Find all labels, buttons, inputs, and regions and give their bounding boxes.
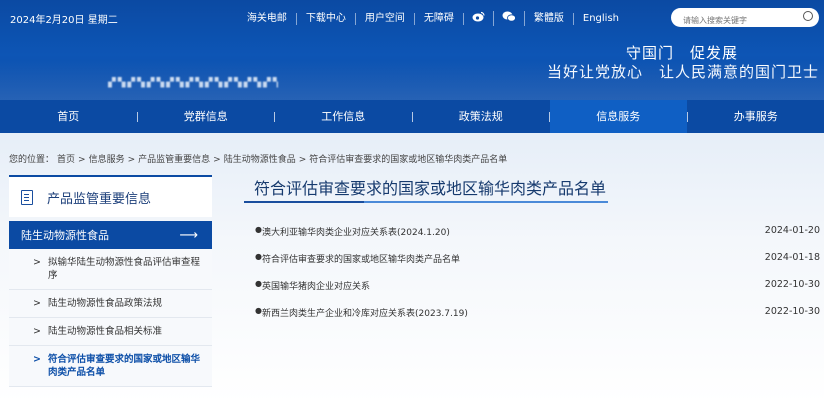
bullet-icon: ● [255, 225, 262, 234]
main-content: 符合评估审查要求的国家或地区输华肉类产品名单 ● 澳大利亚输华肉类企业对应关系表… [240, 175, 824, 319]
sidebar-item[interactable]: > 拟输华陆生动物源性食品评估审查程序 [9, 249, 212, 290]
search-input[interactable] [683, 11, 795, 30]
sidebar-item-label: 符合评估审查要求的国家或地区输华肉类产品名单 [48, 354, 201, 378]
bullet-icon: ● [255, 252, 262, 261]
weibo-icon[interactable] [464, 11, 494, 26]
sidebar-item[interactable]: > 陆生动物源性食品相关标准 [9, 318, 212, 346]
breadcrumb-label: 您的位置： [9, 155, 55, 165]
site-header: 2024年2月20日 星期二 海关电邮 下载中心 用户空间 无障碍 繁體版 En… [0, 0, 824, 100]
sidebar-item-label: 陆生动物源性食品政策法规 [48, 298, 163, 309]
article-list: ● 澳大利亚输华肉类企业对应关系表(2024.1.20) 2024-01-20 … [240, 223, 824, 331]
breadcrumb-info[interactable]: 信息服务 [89, 155, 125, 165]
breadcrumb-sep: > [213, 155, 221, 165]
nav-services[interactable]: 办事服务 [688, 100, 824, 133]
breadcrumb: 您的位置： 首页 > 信息服务 > 产品监管重要信息 > 陆生动物源性食品 > 符合评估审查要求的… [9, 152, 510, 165]
wechat-icon[interactable] [494, 11, 525, 26]
nav-home[interactable]: 首页 [0, 100, 137, 133]
list-item-title[interactable]: 澳大利亚输华肉类企业对应关系表(2024.1.20) [262, 225, 450, 238]
chevron-right-icon: > [33, 298, 41, 309]
sidebar-item-active[interactable]: > 符合评估审查要求的国家或地区输华肉类产品名单 [9, 346, 212, 387]
list-item-date: 2024-01-20 [764, 225, 820, 236]
site-logo: ▞▚▞▚▞▚▞▚▞▚▞▚▞▚▞▚▞▚ [108, 77, 278, 88]
list-item-title[interactable]: 英国输华猪肉企业对应关系 [262, 279, 370, 292]
breadcrumb-home[interactable]: 首页 [57, 155, 75, 165]
bullet-icon: ● [255, 306, 262, 315]
list-item[interactable]: ● 澳大利亚输华肉类企业对应关系表(2024.1.20) 2024-01-20 [240, 223, 824, 250]
sidebar-item-label: 陆生动物源性食品相关标准 [48, 326, 163, 337]
chevron-right-icon: > [33, 257, 41, 268]
sidebar-header: 产品监管重要信息 [9, 175, 212, 217]
breadcrumb-sep: > [127, 155, 136, 165]
top-link-accessibility[interactable]: 无障碍 [415, 12, 464, 25]
nav-info-services[interactable]: 信息服务 [550, 100, 687, 133]
top-link-email[interactable]: 海关电邮 [238, 12, 297, 25]
page-title: 符合评估审查要求的国家或地区输华肉类产品名单 [254, 179, 607, 198]
chevron-right-icon: > [33, 326, 41, 337]
nav-work[interactable]: 工作信息 [275, 100, 412, 133]
slogan-line-1: 守国门 促发展 [625, 44, 738, 62]
sidebar-category-label: 陆生动物源性食品 [21, 229, 109, 242]
sidebar-item[interactable]: > 陆生动物源性食品政策法规 [9, 290, 212, 318]
bullet-icon: ● [255, 279, 262, 288]
document-icon [21, 189, 33, 205]
sidebar-item-label: 拟输华陆生动物源性食品评估审查程序 [48, 257, 201, 281]
title-underline [244, 201, 608, 203]
sidebar-category[interactable]: 陆生动物源性食品 ⟶ [9, 221, 212, 249]
main-nav: 首页 党群信息 工作信息 政策法规 信息服务 办事服务 [0, 100, 824, 133]
list-item[interactable]: ● 新西兰肉类生产企业和冷库对应关系表(2023.7.19) 2022-10-3… [240, 304, 824, 331]
list-item[interactable]: ● 英国输华猪肉企业对应关系 2022-10-30 [240, 277, 824, 304]
breadcrumb-food[interactable]: 陆生动物源性食品 [224, 155, 296, 165]
breadcrumb-sep: > [78, 155, 86, 165]
list-item-date: 2022-10-30 [764, 306, 820, 317]
sidebar-title: 产品监管重要信息 [47, 191, 152, 207]
top-link-english[interactable]: English [574, 13, 628, 25]
sidebar-list: > 拟输华陆生动物源性食品评估审查程序 > 陆生动物源性食品政策法规 > 陆生动… [9, 249, 212, 387]
breadcrumb-product[interactable]: 产品监管重要信息 [138, 155, 210, 165]
chevron-right-icon: > [33, 354, 41, 365]
top-link-downloads[interactable]: 下载中心 [297, 12, 356, 25]
list-item-title[interactable]: 符合评估审查要求的国家或地区输华肉类产品名单 [262, 252, 460, 265]
arrow-right-icon: ⟶ [179, 227, 198, 243]
sidebar: 产品监管重要信息 陆生动物源性食品 ⟶ > 拟输华陆生动物源性食品评估审查程序 … [9, 175, 212, 403]
list-item-date: 2024-01-18 [764, 252, 820, 263]
slogan-line-2: 当好让党放心 让人民满意的国门卫士 [546, 63, 819, 81]
nav-policy[interactable]: 政策法规 [413, 100, 550, 133]
search-icon[interactable] [803, 11, 813, 21]
list-item[interactable]: ● 符合评估审查要求的国家或地区输华肉类产品名单 2024-01-18 [240, 250, 824, 277]
breadcrumb-sep: > [298, 155, 307, 165]
current-date: 2024年2月20日 星期二 [10, 15, 118, 26]
nav-party[interactable]: 党群信息 [138, 100, 275, 133]
list-item-title[interactable]: 新西兰肉类生产企业和冷库对应关系表(2023.7.19) [262, 306, 468, 319]
list-item-date: 2022-10-30 [764, 279, 820, 290]
top-links: 海关电邮 下载中心 用户空间 无障碍 繁體版 English [238, 11, 628, 26]
breadcrumb-current[interactable]: 符合评估审查要求的国家或地区输华肉类产品名单 [309, 155, 507, 165]
top-link-user-space[interactable]: 用户空间 [356, 12, 415, 25]
top-link-traditional[interactable]: 繁體版 [525, 12, 574, 25]
search-box[interactable] [671, 8, 819, 30]
